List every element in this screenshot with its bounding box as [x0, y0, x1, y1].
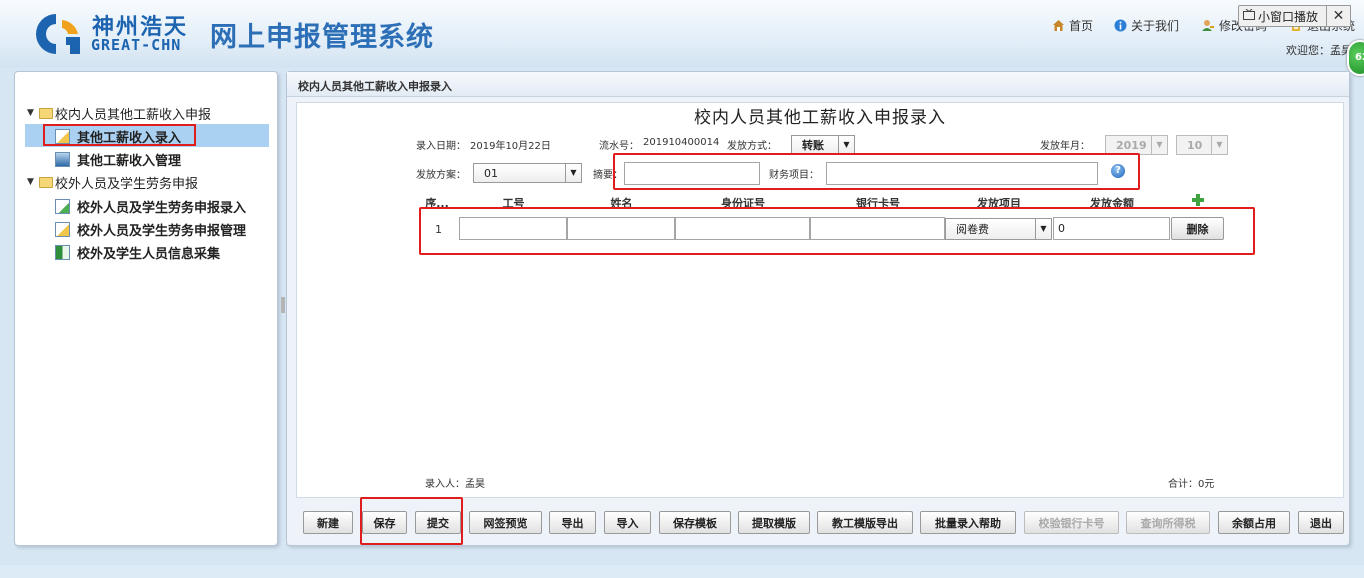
- panel-header: 校内人员其他工薪收入申报录入: [287, 72, 1349, 97]
- batch-entry-help-button[interactable]: 批量录入帮助: [920, 511, 1016, 534]
- import-button[interactable]: 导入: [604, 511, 651, 534]
- pay-method-select[interactable]: 转账 ▼: [791, 135, 855, 155]
- company-logo-icon: [36, 14, 80, 54]
- sidebar-tree: ▼ 校内人员其他工薪收入申报 其他工薪收入录入 其他工薪收入管理 ▼ 校外人员及…: [14, 71, 278, 546]
- serial-value: 201910400014: [643, 137, 720, 148]
- tree-group-internal[interactable]: ▼ 校内人员其他工薪收入申报: [27, 102, 289, 124]
- ledger-icon: [55, 151, 70, 167]
- query-income-tax-button[interactable]: 查询所得税: [1126, 511, 1210, 534]
- home-icon: [1052, 19, 1065, 32]
- balance-occupy-button[interactable]: 余额占用: [1218, 511, 1290, 534]
- save-template-button[interactable]: 保存模板: [659, 511, 731, 534]
- fetch-template-button[interactable]: 提取模版: [738, 511, 810, 534]
- spreadsheet-icon: [55, 244, 70, 260]
- entry-date-value: 2019年10月22日: [470, 141, 551, 152]
- logo-english-text: GREAT-CHN: [91, 36, 182, 54]
- mini-window-play-label: 小窗口播放: [1258, 9, 1319, 24]
- dropdown-arrow-icon: ▼: [1151, 136, 1167, 154]
- floating-badge[interactable]: 62: [1347, 40, 1364, 76]
- sidebar-item-other-income-manage[interactable]: 其他工薪收入管理: [55, 148, 317, 170]
- entry-date-label: 录入日期：: [416, 141, 466, 152]
- highlight-box-summary: [613, 153, 1140, 190]
- expand-arrow-icon: ▼: [27, 177, 34, 187]
- form-title: 校内人员其他工薪收入申报录入: [694, 108, 946, 128]
- sidebar-item-labor-entry[interactable]: 校外人员及学生劳务申报录入: [55, 195, 317, 217]
- pay-month-value: 10: [1187, 138, 1203, 152]
- tree-group-external[interactable]: ▼ 校外人员及学生劳务申报: [27, 171, 289, 193]
- system-title: 网上申报管理系统: [210, 22, 434, 53]
- verify-bank-card-button[interactable]: 校验银行卡号: [1024, 511, 1119, 534]
- dropdown-arrow-icon: ▼: [565, 164, 581, 182]
- expand-arrow-icon: ▼: [27, 108, 34, 118]
- form-area: 校内人员其他工薪收入申报录入 录入日期： 2019年10月22日 流水号： 20…: [296, 102, 1344, 498]
- sidebar-item-label: 校外及学生人员信息采集: [77, 246, 221, 262]
- staff-template-export-button[interactable]: 教工模版导出: [817, 511, 913, 534]
- panel-splitter-handle[interactable]: [281, 297, 285, 313]
- add-row-icon[interactable]: [1191, 193, 1205, 207]
- pay-year-value: 2019: [1116, 138, 1147, 152]
- scheme-label: 发放方案：: [416, 170, 466, 181]
- pay-method-value: 转账: [802, 139, 824, 152]
- pay-month-label: 发放年月：: [1040, 141, 1090, 152]
- pay-year-select[interactable]: 2019 ▼: [1105, 135, 1168, 155]
- tv-icon: [1243, 8, 1255, 23]
- serial-label: 流水号：: [599, 141, 639, 152]
- breadcrumb: 校内人员其他工薪收入申报录入: [298, 80, 452, 93]
- sidebar-item-info-collect[interactable]: 校外及学生人员信息采集: [55, 241, 317, 263]
- scheme-value: 01: [484, 166, 498, 180]
- folder-icon: [39, 176, 53, 188]
- edit-form-icon: [55, 221, 70, 237]
- about-link[interactable]: 关于我们: [1114, 17, 1179, 34]
- sidebar-item-label: 校外人员及学生劳务申报录入: [77, 200, 247, 216]
- sidebar-item-labor-manage[interactable]: 校外人员及学生劳务申报管理: [55, 218, 317, 240]
- online-sign-preview-button[interactable]: 网签预览: [469, 511, 542, 534]
- tree-group-external-label: 校外人员及学生劳务申报: [55, 176, 199, 192]
- home-link-label: 首页: [1069, 19, 1094, 33]
- close-icon[interactable]: ✕: [1326, 5, 1351, 27]
- exit-button[interactable]: 退出: [1298, 511, 1344, 534]
- dropdown-arrow-icon: ▼: [1211, 136, 1227, 154]
- folder-icon: [39, 107, 53, 119]
- info-icon: [1114, 19, 1127, 32]
- sidebar-item-label: 校外人员及学生劳务申报管理: [77, 223, 247, 239]
- total-text: 合计：0元: [1168, 479, 1215, 490]
- highlight-box-selected-item: [43, 124, 196, 146]
- export-button[interactable]: 导出: [549, 511, 596, 534]
- pay-method-label: 发放方式：: [727, 141, 777, 152]
- home-link[interactable]: 首页: [1052, 17, 1093, 34]
- highlight-box-table-row: [419, 207, 1255, 255]
- highlight-box-save-submit: [360, 497, 463, 545]
- app-header: 神州浩天 GREAT-CHN 网上申报管理系统 首页 关于我们 修改密码 退出系…: [0, 0, 1364, 76]
- tree-group-internal-label: 校内人员其他工薪收入申报: [55, 107, 212, 123]
- main-panel: 校内人员其他工薪收入申报录入 校内人员其他工薪收入申报录入 录入日期： 2019…: [286, 71, 1350, 546]
- new-button[interactable]: 新建: [303, 511, 353, 534]
- sidebar-item-label: 其他工薪收入管理: [77, 153, 182, 169]
- scheme-select[interactable]: 01 ▼: [473, 163, 582, 183]
- welcome-text: 欢迎您：孟昊: [1286, 44, 1352, 57]
- about-link-label: 关于我们: [1131, 19, 1180, 33]
- footer-bar: [0, 565, 1364, 578]
- entered-by-text: 录入人：孟昊: [425, 479, 485, 490]
- dropdown-arrow-icon: ▼: [838, 136, 854, 154]
- pay-month-select[interactable]: 10 ▼: [1176, 135, 1228, 155]
- user-key-icon: [1202, 19, 1215, 32]
- add-document-icon: [55, 198, 70, 214]
